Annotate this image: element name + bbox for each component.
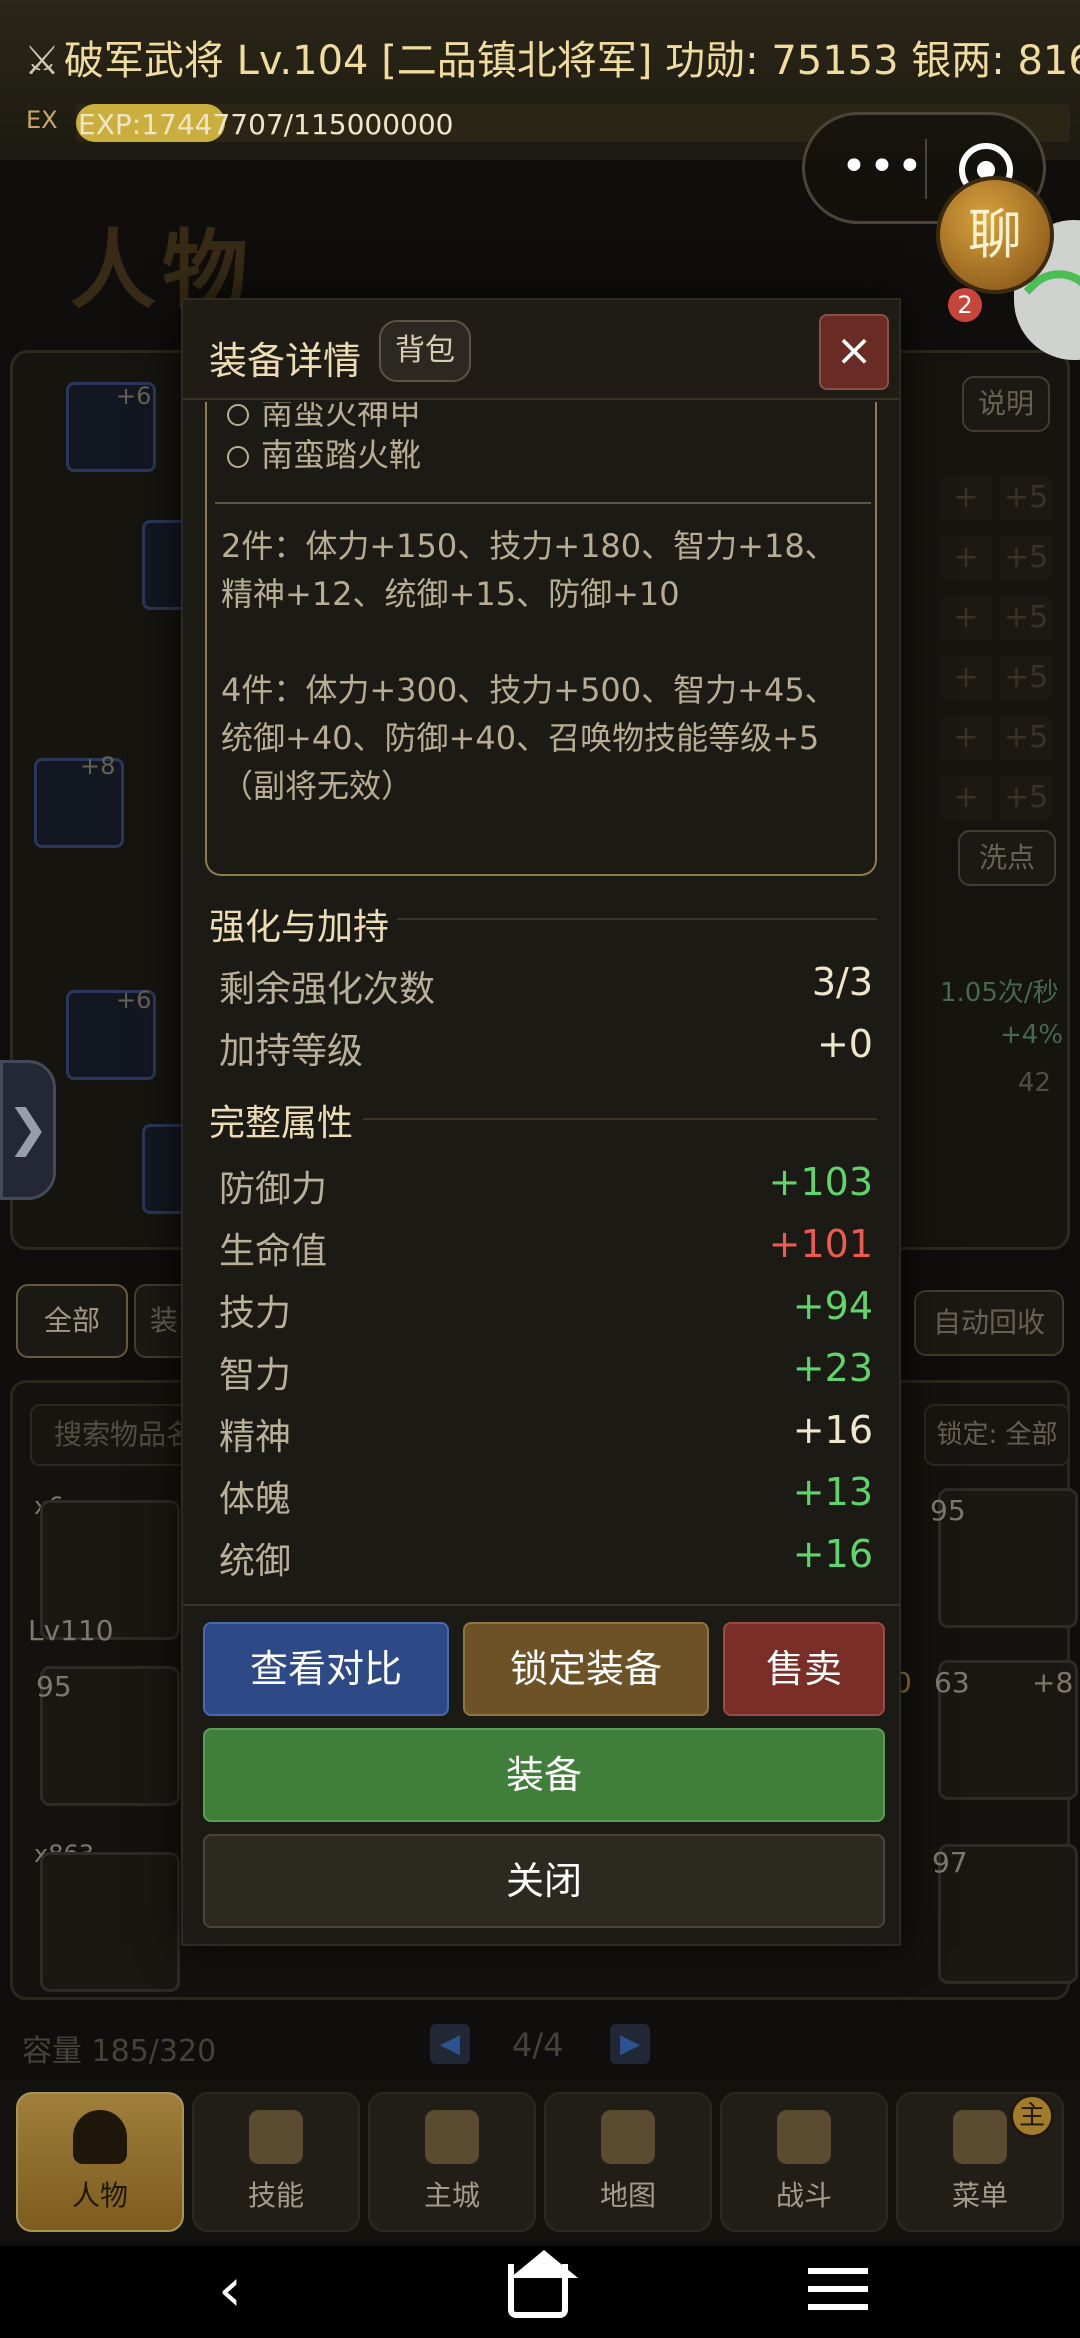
close-icon[interactable]: × — [819, 314, 889, 390]
modal-header: 装备详情 背包 × — [183, 300, 899, 400]
chat-badge: 2 — [948, 288, 982, 322]
system-nav-bar: ‹ — [0, 2246, 1080, 2338]
attr-label: 统御 — [219, 1541, 292, 1582]
attr-section-title: 完整属性 — [209, 1103, 354, 1144]
menu-lines-icon[interactable] — [808, 2268, 868, 2274]
enhance-remaining-value: 3/3 — [811, 960, 873, 1004]
attr-value: +16 — [792, 1408, 873, 1452]
more-dots-icon[interactable]: ••• — [841, 141, 925, 192]
blessing-level-label: 加持等级 — [219, 1031, 364, 1072]
attr-value: +13 — [792, 1470, 873, 1514]
circle-icon — [227, 446, 249, 468]
capsule-divider — [925, 139, 927, 199]
player-title-text: 破军武将 Lv.104 [二品镇北将军] 功勋: 75153 银两: 81634… — [63, 38, 1080, 84]
set-divider — [215, 502, 871, 504]
player-title-line: ⚔破军武将 Lv.104 [二品镇北将军] 功勋: 75153 银两: 8163… — [24, 28, 1080, 86]
lock-equipment-button[interactable]: 锁定装备 — [463, 1622, 709, 1716]
modal-title: 装备详情 — [209, 339, 362, 383]
attr-value: +94 — [792, 1284, 873, 1328]
button-area-divider — [183, 1604, 899, 1606]
source-tag: 背包 — [379, 320, 471, 382]
attr-label: 精神 — [219, 1417, 292, 1458]
sell-button[interactable]: 售卖 — [723, 1622, 885, 1716]
section-divider — [363, 1118, 877, 1120]
exp-text: EXP:17447707/115000000 — [78, 108, 454, 141]
home-icon-roof — [510, 2250, 578, 2278]
attr-label: 智力 — [219, 1355, 292, 1396]
set-piece-name: 南蛮火神甲 — [261, 402, 422, 432]
set-bonus-4: 4件：体力+300、技力+500、智力+45、统御+40、防御+40、召唤物技能… — [221, 671, 837, 805]
attr-label: 防御力 — [219, 1169, 328, 1210]
section-divider — [397, 918, 877, 920]
attr-value: +23 — [792, 1346, 873, 1390]
blessing-level-value: +0 — [816, 1022, 873, 1066]
equip-button[interactable]: 装备 — [203, 1728, 885, 1822]
compare-button[interactable]: 查看对比 — [203, 1622, 449, 1716]
set-bonus-2: 2件：体力+150、技力+180、智力+18、精神+12、统御+15、防御+10 — [221, 527, 837, 613]
ex-label: EX — [26, 106, 58, 134]
attr-label: 技力 — [219, 1293, 292, 1334]
attr-value: +16 — [792, 1532, 873, 1576]
set-piece-item: 南蛮踏火靴 — [227, 430, 421, 476]
attr-value: +101 — [768, 1222, 873, 1266]
attr-label: 体魄 — [219, 1479, 292, 1520]
back-chevron-icon[interactable]: ‹ — [218, 2260, 242, 2320]
close-button[interactable]: 关闭 — [203, 1834, 885, 1928]
set-piece-name: 南蛮踏火靴 — [261, 436, 422, 474]
equipment-detail-modal: 装备详情 背包 × 南蛮火神甲 南蛮踏火靴 2件：体力+150、技力+180、智… — [181, 298, 901, 1946]
enhance-remaining-label: 剩余强化次数 — [219, 969, 436, 1010]
enhance-section-title: 强化与加持 — [209, 907, 390, 948]
circle-icon — [227, 404, 249, 426]
set-bonus-box: 南蛮火神甲 南蛮踏火靴 2件：体力+150、技力+180、智力+18、精神+12… — [205, 402, 877, 876]
crossed-swords-icon: ⚔ — [24, 38, 60, 84]
chat-button[interactable]: 聊 — [936, 176, 1054, 294]
attr-label: 生命值 — [219, 1231, 328, 1272]
attr-value: +103 — [768, 1160, 873, 1204]
